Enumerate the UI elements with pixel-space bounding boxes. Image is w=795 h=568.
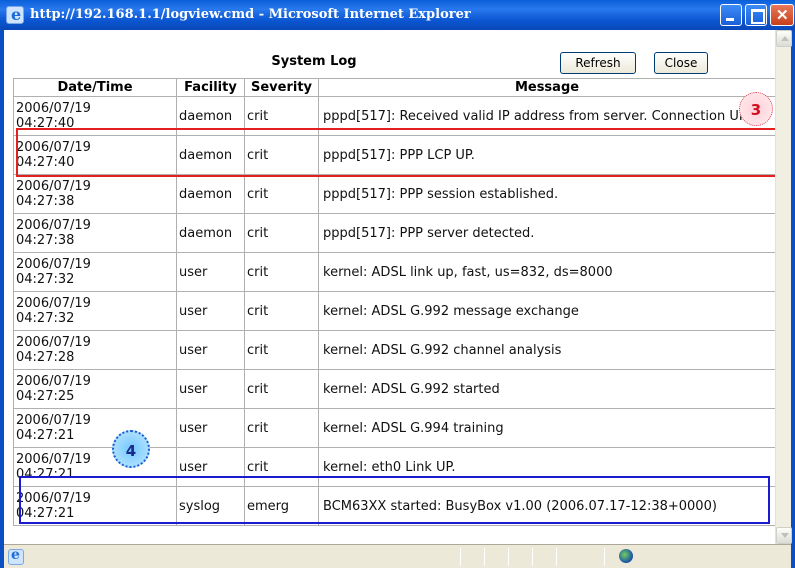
- cell-datetime: 2006/07/19 04:27:32: [13, 291, 177, 331]
- refresh-button[interactable]: Refresh: [560, 52, 636, 74]
- cell-severity: crit: [244, 330, 319, 370]
- header-facility: Facility: [176, 78, 245, 97]
- close-window-button[interactable]: [770, 4, 794, 26]
- vertical-scrollbar[interactable]: [775, 30, 792, 544]
- cell-datetime: 2006/07/19 04:27:21: [13, 408, 177, 448]
- table-row: 2006/07/19 04:27:38 daemon crit pppd[517]: …: [13, 213, 775, 253]
- cell-datetime: 2006/07/19 04:27:28: [13, 330, 177, 370]
- window-frame-right: [791, 30, 795, 568]
- table-row: 2006/07/19 04:27:32 user crit kernel: ADSL …: [13, 252, 775, 292]
- header-datetime: Date/Time: [13, 78, 177, 97]
- cell-severity: crit: [244, 174, 319, 214]
- cell-message: kernel: ADSL G.992 started: [318, 369, 775, 409]
- status-bar: [4, 544, 791, 568]
- cell-facility: user: [176, 369, 245, 409]
- highlight-box-red: [16, 128, 775, 177]
- table-header-row: Date/Time Facility Severity Message: [13, 78, 775, 97]
- table-row: 2006/07/19 04:27:38 daemon crit pppd[517]: …: [13, 174, 775, 214]
- cell-facility: user: [176, 330, 245, 370]
- status-separator: [484, 548, 485, 566]
- cell-message: kernel: ADSL link up, fast, us=832, ds=8…: [318, 252, 775, 292]
- cell-facility: user: [176, 291, 245, 331]
- cell-facility: user: [176, 252, 245, 292]
- header-message: Message: [318, 78, 775, 97]
- cell-message: pppd[517]: PPP server detected.: [318, 213, 775, 253]
- status-separator: [508, 548, 509, 566]
- cell-message: kernel: ADSL G.994 training: [318, 408, 775, 448]
- cell-severity: crit: [244, 291, 319, 331]
- cell-facility: daemon: [176, 213, 245, 253]
- cell-severity: crit: [244, 213, 319, 253]
- status-separator: [556, 548, 557, 566]
- highlight-box-blue: [19, 476, 770, 524]
- maximize-button[interactable]: [745, 4, 767, 26]
- minimize-button[interactable]: [720, 4, 742, 26]
- cell-message: kernel: ADSL G.992 channel analysis: [318, 330, 775, 370]
- status-separator: [532, 548, 533, 566]
- close-button[interactable]: Close: [654, 52, 708, 74]
- annotation-badge-4: 4: [112, 430, 150, 468]
- cell-datetime: 2006/07/19 04:27:38: [13, 213, 177, 253]
- cell-datetime: 2006/07/19 04:27:32: [13, 252, 177, 292]
- cell-facility: daemon: [176, 174, 245, 214]
- table-row: 2006/07/19 04:27:25 user crit kernel: ADSL …: [13, 369, 775, 409]
- table-row: 2006/07/19 04:27:32 user crit kernel: ADSL …: [13, 291, 775, 331]
- annotation-badge-3: 3: [739, 92, 773, 126]
- cell-facility: user: [176, 408, 245, 448]
- cell-severity: crit: [244, 252, 319, 292]
- window-title: http://192.168.1.1/logview.cmd - Microso…: [30, 7, 471, 22]
- cell-message: kernel: ADSL G.992 message exchange: [318, 291, 775, 331]
- scroll-down-arrow-icon[interactable]: [776, 527, 792, 544]
- table-row: 2006/07/19 04:27:28 user crit kernel: ADSL …: [13, 330, 775, 370]
- status-separator: [460, 548, 461, 566]
- status-separator: [604, 548, 605, 566]
- title-bar: http://192.168.1.1/logview.cmd - Microso…: [0, 0, 795, 30]
- header-severity: Severity: [244, 78, 319, 97]
- page-content: System Log Refresh Close Date/Time Facil…: [4, 30, 775, 544]
- page-icon: [8, 547, 24, 565]
- ie-icon: [6, 5, 24, 24]
- cell-message: pppd[517]: PPP session established.: [318, 174, 775, 214]
- cell-datetime: 2006/07/19 04:27:38: [13, 174, 177, 214]
- cell-datetime: 2006/07/19 04:27:25: [13, 369, 177, 409]
- internet-zone-globe-icon: [619, 549, 633, 563]
- page-title: System Log: [271, 54, 357, 69]
- scroll-up-arrow-icon[interactable]: [776, 30, 792, 47]
- cell-severity: crit: [244, 408, 319, 448]
- cell-severity: crit: [244, 369, 319, 409]
